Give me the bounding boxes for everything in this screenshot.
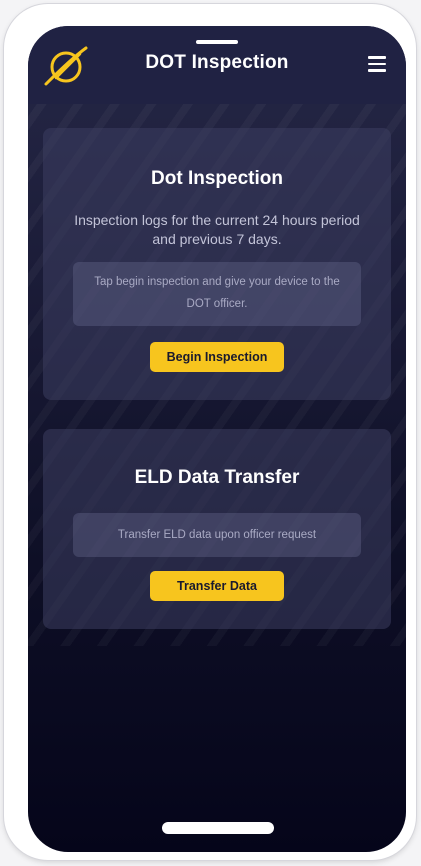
eld-data-transfer-note: Transfer ELD data upon officer request	[73, 513, 361, 557]
app-header: DOT Inspection	[28, 26, 406, 104]
eld-data-transfer-card: ELD Data Transfer Transfer ELD data upon…	[43, 429, 391, 629]
menu-bar-middle	[368, 62, 386, 65]
dot-inspection-note: Tap begin inspection and give your devic…	[73, 262, 361, 326]
dot-inspection-card: Dot Inspection Inspection logs for the c…	[43, 128, 391, 400]
page-title: DOT Inspection	[145, 52, 289, 73]
dot-inspection-description: Inspection logs for the current 24 hours…	[74, 212, 360, 247]
planet-logo-icon[interactable]	[42, 44, 90, 88]
transfer-data-button[interactable]: Transfer Data	[150, 571, 284, 601]
app-screen: DOT Inspection Dot Inspection Inspection…	[28, 26, 406, 852]
hamburger-menu-icon[interactable]	[368, 56, 388, 72]
home-indicator[interactable]	[162, 822, 274, 834]
menu-bar-bottom	[368, 69, 386, 72]
top-notch-indicator	[196, 40, 238, 44]
phone-frame: DOT Inspection Dot Inspection Inspection…	[4, 4, 416, 860]
menu-bar-top	[368, 56, 386, 59]
begin-inspection-button[interactable]: Begin Inspection	[150, 342, 284, 372]
page: DOT Inspection Dot Inspection Inspection…	[0, 0, 421, 866]
eld-data-transfer-title: ELD Data Transfer	[134, 467, 300, 488]
dot-inspection-title: Dot Inspection	[151, 168, 283, 189]
